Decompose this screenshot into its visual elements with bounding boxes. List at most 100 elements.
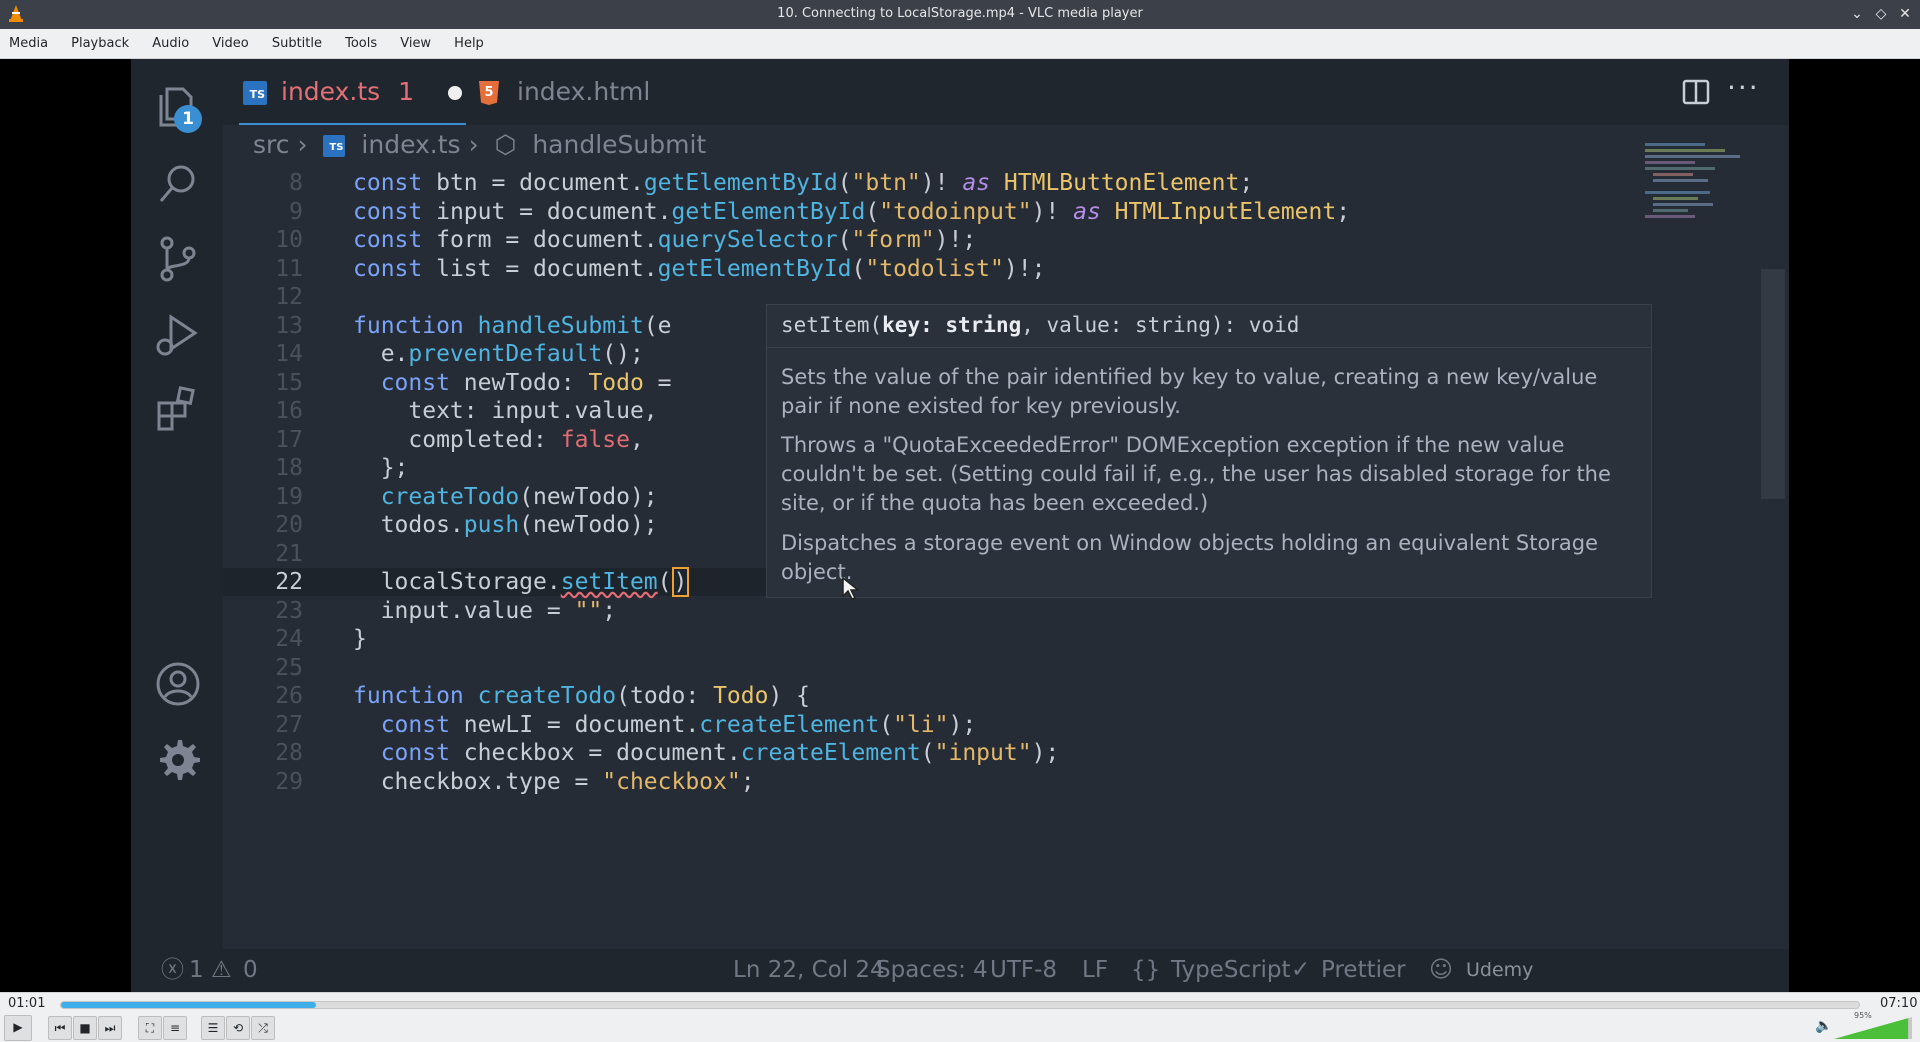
menu-video[interactable]: Video — [203, 29, 257, 59]
method-signature: setItem(key: string, value: string): voi… — [781, 313, 1300, 337]
tab-label: index.ts — [281, 77, 381, 106]
seek-bar[interactable] — [60, 1001, 1860, 1009]
code-text: localStorage.setItem() — [353, 567, 690, 597]
video-frame-vscode: 1 TS index.ts 1 5 index.html ··· src › T… — [131, 59, 1789, 992]
speaker-icon[interactable]: 🔈 — [1815, 1018, 1832, 1034]
typescript-icon: TS — [323, 135, 346, 157]
line-number: 29 — [275, 768, 303, 795]
code-line: 29 checkbox.type = "checkbox"; — [223, 768, 1623, 796]
next-button[interactable]: ⏭ — [98, 1016, 122, 1040]
search-icon — [159, 165, 195, 202]
tab-problem-count: 1 — [398, 77, 415, 106]
line-number: 18 — [275, 455, 303, 481]
typescript-icon: TS — [243, 81, 267, 105]
cursor-position: Ln 22, Col 24 — [733, 957, 885, 983]
code-text: function createTodo(todo: Todo) { — [353, 683, 810, 709]
chevron-right-icon: › — [468, 130, 479, 159]
line-number: 14 — [275, 341, 303, 367]
line-number: 16 — [275, 398, 303, 424]
hover-paragraph: Dispatches a storage event on Window obj… — [781, 531, 1599, 584]
vertical-scrollbar — [1761, 269, 1785, 499]
title-bar: 10. Connecting to LocalStorage.mp4 - VLC… — [0, 0, 1920, 29]
player-controls: 01:01 07:10 ▶ ⏮ ■ ⏭ ⛶ ≡ ☰ ⟲ ⤮ 🔈 95% — [0, 992, 1920, 1042]
line-number: 23 — [275, 597, 303, 624]
random-button[interactable]: ⤮ — [251, 1016, 275, 1040]
cube-symbol-icon: ⬡ — [494, 130, 517, 159]
udemy-watermark: Udemy — [1466, 959, 1534, 981]
code-text: const form = document.querySelector("for… — [353, 227, 977, 253]
accounts-icon — [156, 662, 200, 706]
source-control-icon — [160, 236, 196, 282]
code-line: 24} — [223, 625, 1623, 653]
volume-slider[interactable] — [1834, 1015, 1914, 1041]
line-number: 27 — [275, 711, 303, 738]
menu-subtitle[interactable]: Subtitle — [263, 29, 331, 59]
line-number: 22 — [275, 569, 303, 595]
total-time: 07:10 — [1880, 996, 1918, 1011]
line-number: 25 — [275, 654, 303, 681]
status-bar: ⓧ 1 ⚠ 0 Ln 22, Col 24 Spaces: 4 UTF-8 LF… — [131, 949, 1789, 992]
line-number: 26 — [275, 683, 303, 709]
code-text: const input = document.getElementById("t… — [353, 198, 1351, 225]
stop-button[interactable]: ■ — [73, 1016, 97, 1040]
activity-bar: 1 — [131, 59, 223, 949]
line-number: 13 — [275, 312, 303, 339]
extensions-icon — [157, 386, 195, 431]
line-number: 20 — [275, 512, 303, 538]
unsaved-dot-icon — [447, 86, 462, 100]
code-text: function handleSubmit(e — [353, 312, 672, 339]
code-text: }; — [353, 455, 409, 481]
menu-media[interactable]: Media — [0, 29, 57, 59]
code-text: todos.push(newTodo); — [353, 512, 658, 538]
warning-icon: ⚠ — [211, 957, 232, 983]
language-mode: TypeScript — [1171, 957, 1291, 983]
minimize-button[interactable]: ⌄ — [1847, 4, 1867, 24]
code-line: 8 const btn = document.getElementById("bt… — [223, 169, 1623, 197]
code-line: 11 const list = document.getElementById("… — [223, 255, 1623, 283]
play-button[interactable]: ▶ — [4, 1015, 32, 1041]
run-debug-icon — [156, 314, 198, 356]
code-text: const btn = document.getElementById("btn… — [353, 170, 1254, 196]
line-number: 28 — [275, 740, 303, 766]
error-icon: ⓧ — [161, 957, 184, 983]
menu-view[interactable]: View — [391, 29, 440, 59]
tab-label: index.html — [517, 77, 651, 106]
maximize-button[interactable]: ◇ — [1871, 4, 1891, 24]
hover-divider — [767, 347, 1651, 348]
menu-help[interactable]: Help — [445, 29, 493, 59]
code-line: 23 input.value = ""; — [223, 597, 1623, 625]
extended-settings-button[interactable]: ≡ — [163, 1016, 187, 1040]
code-text: const checkbox = document.createElement(… — [380, 740, 1060, 766]
loop-button[interactable]: ⟲ — [226, 1016, 250, 1040]
menu-playback[interactable]: Playback — [62, 29, 138, 59]
code-line: 28 const checkbox = document.createEleme… — [223, 739, 1623, 767]
line-number: 21 — [275, 540, 303, 567]
line-ending: LF — [1082, 957, 1109, 983]
hover-paragraph: Sets the value of the pair identified by… — [781, 365, 1598, 418]
code-line: 27 const newLI = document.createElement(… — [223, 711, 1623, 739]
close-button[interactable]: ✕ — [1895, 4, 1915, 24]
tab-index-html: 5 index.html — [479, 59, 650, 125]
fullscreen-button[interactable]: ⛶ — [138, 1016, 162, 1040]
check-icon: ✓ — [1291, 957, 1311, 983]
settings-gear-icon — [160, 740, 200, 780]
line-number: 9 — [289, 198, 303, 225]
video-display[interactable]: 1 TS index.ts 1 5 index.html ··· src › T… — [0, 59, 1920, 992]
code-text: createTodo(newTodo); — [380, 483, 658, 510]
breadcrumb-file: index.ts — [361, 130, 461, 159]
previous-button[interactable]: ⏮ — [48, 1016, 72, 1040]
braces-icon: {} — [1131, 957, 1161, 983]
feedback-icon: ☺ — [1429, 957, 1453, 983]
code-line: 10 const form = document.querySelector("f… — [223, 226, 1623, 254]
breadcrumb-folder: src — [253, 130, 290, 159]
minimap — [1645, 143, 1740, 218]
breadcrumb: src › TS index.ts › ⬡ handleSubmit — [253, 127, 714, 163]
split-editor-icon — [1682, 79, 1710, 105]
menu-bar: Media Playback Audio Video Subtitle Tool… — [0, 29, 1920, 59]
tab-index-ts: TS index.ts 1 — [239, 59, 466, 125]
menu-tools[interactable]: Tools — [336, 29, 386, 59]
code-text: text: input.value, — [353, 398, 658, 424]
playlist-button[interactable]: ☰ — [201, 1016, 225, 1040]
editor-area: TS index.ts 1 5 index.html ··· src › TS ind… — [223, 59, 1789, 949]
menu-audio[interactable]: Audio — [143, 29, 198, 59]
